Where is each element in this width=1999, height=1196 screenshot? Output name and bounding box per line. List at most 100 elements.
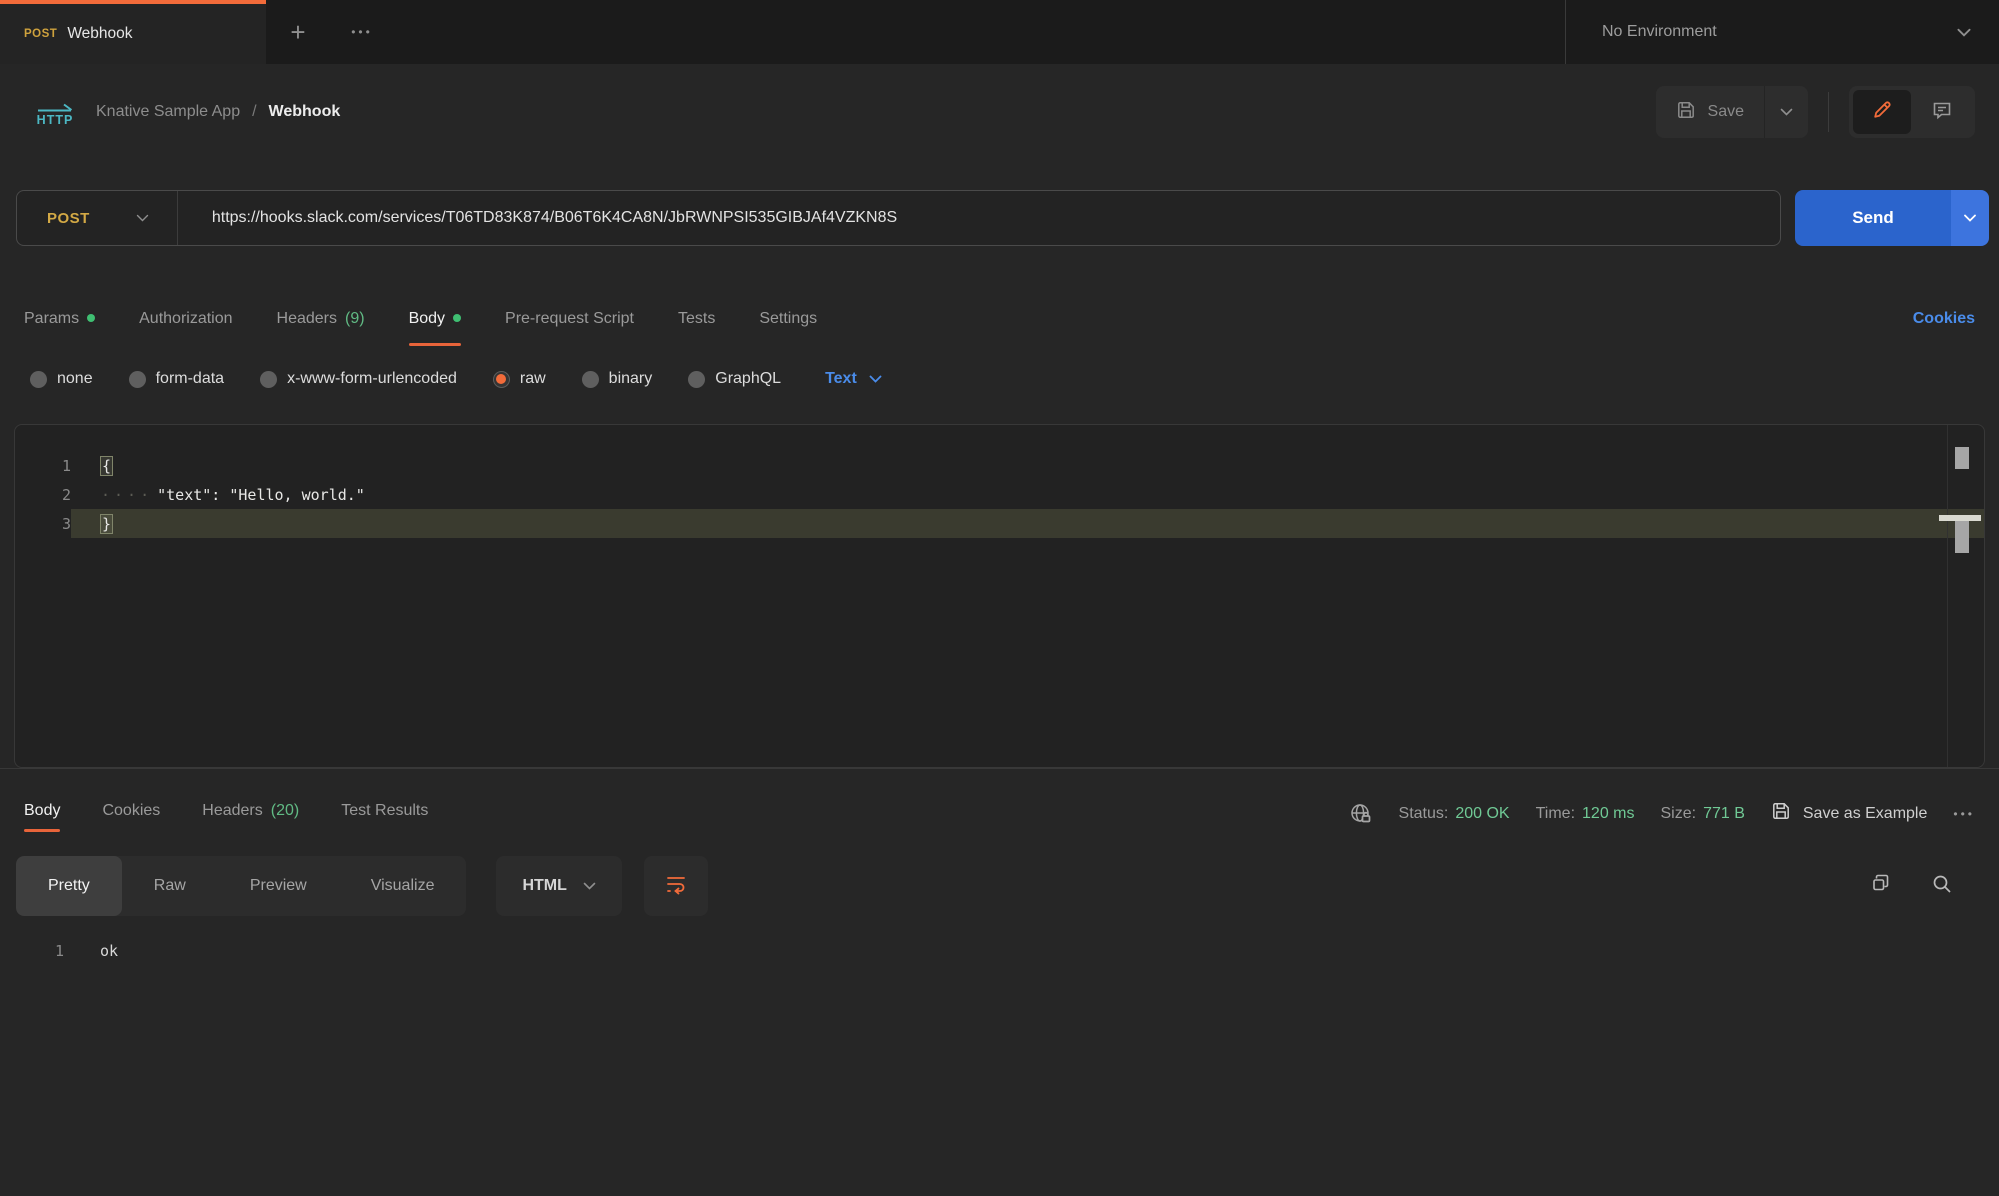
more-options-icon: ••• (351, 25, 373, 39)
radio-icon (582, 371, 599, 388)
view-preview[interactable]: Preview (218, 856, 339, 916)
response-more-options-button[interactable]: ••• (1953, 807, 1975, 821)
bodytype-form-data[interactable]: form-data (129, 370, 224, 388)
raw-format-value: Text (825, 370, 857, 388)
view-pretty[interactable]: Pretty (16, 856, 122, 916)
save-button[interactable]: Save (1656, 86, 1764, 138)
raw-format-selector[interactable]: Text (825, 370, 882, 388)
save-options-button[interactable] (1764, 86, 1808, 138)
save-as-example-label: Save as Example (1803, 805, 1928, 823)
response-headers-count: (20) (271, 802, 299, 820)
tab-authorization[interactable]: Authorization (139, 310, 232, 346)
tab-pre-request-script[interactable]: Pre-request Script (505, 310, 634, 346)
save-icon (1771, 801, 1791, 826)
comment-icon (1931, 99, 1953, 126)
network-lock-icon[interactable] (1349, 802, 1373, 826)
tab-settings-label: Settings (759, 310, 817, 328)
tab-tests[interactable]: Tests (678, 310, 715, 346)
bodytype-graphql-label: GraphQL (715, 370, 781, 388)
response-format-value: HTML (522, 877, 566, 895)
response-line-number: 1 (0, 942, 64, 960)
request-tab-webhook[interactable]: POST Webhook (0, 0, 266, 64)
bodytype-binary-label: binary (609, 370, 653, 388)
http-protocol-icon: HTTP (36, 103, 74, 127)
save-as-example-button[interactable]: Save as Example (1771, 801, 1928, 826)
params-modified-dot (87, 314, 95, 322)
tab-tests-label: Tests (678, 310, 715, 328)
wrap-text-button[interactable] (644, 856, 708, 916)
send-button-label: Send (1852, 208, 1894, 228)
tab-authorization-label: Authorization (139, 310, 232, 328)
cookies-link[interactable]: Cookies (1913, 310, 1975, 346)
overview-ruler-divider (1947, 425, 1948, 767)
more-options-icon: ••• (1953, 807, 1975, 821)
headers-count: (9) (345, 310, 365, 328)
scrollbar-mark[interactable] (1955, 447, 1969, 469)
search-response-button[interactable] (1931, 873, 1953, 900)
response-tab-body[interactable]: Body (24, 802, 60, 840)
tab-params-label: Params (24, 310, 79, 328)
radio-selected-icon (493, 371, 510, 388)
tab-options-button[interactable]: ••• (330, 0, 394, 64)
bodytype-raw[interactable]: raw (493, 370, 546, 388)
plus-icon: + (290, 19, 305, 45)
bodytype-graphql[interactable]: GraphQL (688, 370, 781, 388)
comments-button[interactable] (1913, 90, 1971, 134)
url-input[interactable]: https://hooks.slack.com/services/T06TD83… (178, 209, 897, 227)
tab-body[interactable]: Body (409, 310, 461, 346)
whitespace-dots: ···· (101, 486, 153, 504)
new-tab-button[interactable]: + (266, 0, 330, 64)
view-raw-label: Raw (154, 877, 186, 895)
edit-request-button[interactable] (1853, 90, 1911, 134)
view-visualize[interactable]: Visualize (339, 856, 467, 916)
line-code: ····"text": "Hello, world." (71, 480, 1984, 509)
tab-method-badge: POST (24, 28, 57, 40)
bodytype-urlencoded[interactable]: x-www-form-urlencoded (260, 370, 457, 388)
bracket-highlight: { (101, 457, 112, 475)
chevron-down-icon (583, 882, 596, 890)
response-tab-cookies-label: Cookies (102, 802, 160, 820)
header-divider (1828, 92, 1829, 132)
editor-line-1[interactable]: 1 { (15, 451, 1984, 480)
response-tab-cookies[interactable]: Cookies (102, 802, 160, 840)
tab-settings[interactable]: Settings (759, 310, 817, 346)
tab-headers[interactable]: Headers (9) (277, 310, 365, 346)
environment-selector[interactable]: No Environment (1565, 0, 1999, 64)
breadcrumb-request-name[interactable]: Webhook (269, 103, 341, 121)
send-options-button[interactable] (1951, 190, 1989, 246)
environment-label: No Environment (1602, 23, 1717, 41)
request-body-editor[interactable]: 1 { 2 ····"text": "Hello, world." 3 } (14, 424, 1985, 768)
response-meta: Status: 200 OK Time: 120 ms Size: 771 B … (1349, 801, 1975, 840)
chevron-down-icon (1780, 108, 1793, 116)
view-pretty-label: Pretty (48, 877, 90, 895)
request-tab-bar: POST Webhook + ••• No Environment (0, 0, 1999, 64)
view-raw[interactable]: Raw (122, 856, 218, 916)
tab-params[interactable]: Params (24, 310, 95, 346)
send-button[interactable]: Send (1795, 190, 1951, 246)
edit-comment-group (1849, 86, 1975, 138)
method-selector-value[interactable]: POST (17, 210, 136, 227)
editor-line-2[interactable]: 2 ····"text": "Hello, world." (15, 480, 1984, 509)
chevron-down-icon[interactable] (136, 214, 149, 222)
bodytype-none[interactable]: none (30, 370, 93, 388)
save-icon (1676, 100, 1696, 125)
breadcrumb-collection[interactable]: Knative Sample App (96, 103, 240, 121)
response-tab-headers-label: Headers (202, 802, 262, 820)
line-number: 2 (15, 486, 71, 504)
radio-icon (260, 371, 277, 388)
response-tab-headers[interactable]: Headers (20) (202, 802, 299, 840)
response-header: Body Cookies Headers (20) Test Results S… (0, 768, 1999, 840)
response-tab-test-results-label: Test Results (341, 802, 428, 820)
response-format-selector[interactable]: HTML (496, 856, 621, 916)
breadcrumb-separator: / (252, 103, 256, 121)
response-toolbar: Pretty Raw Preview Visualize HTML (0, 840, 1999, 916)
editor-line-3-highlighted[interactable]: 3 } (15, 509, 1984, 538)
response-tab-test-results[interactable]: Test Results (341, 802, 428, 840)
bodytype-binary[interactable]: binary (582, 370, 653, 388)
radio-icon (129, 371, 146, 388)
response-body-viewer[interactable]: 1 ok (0, 916, 1999, 960)
save-button-label: Save (1708, 103, 1744, 121)
tab-body-label: Body (409, 310, 445, 328)
copy-response-button[interactable] (1869, 873, 1891, 900)
line-number: 1 (15, 457, 71, 475)
